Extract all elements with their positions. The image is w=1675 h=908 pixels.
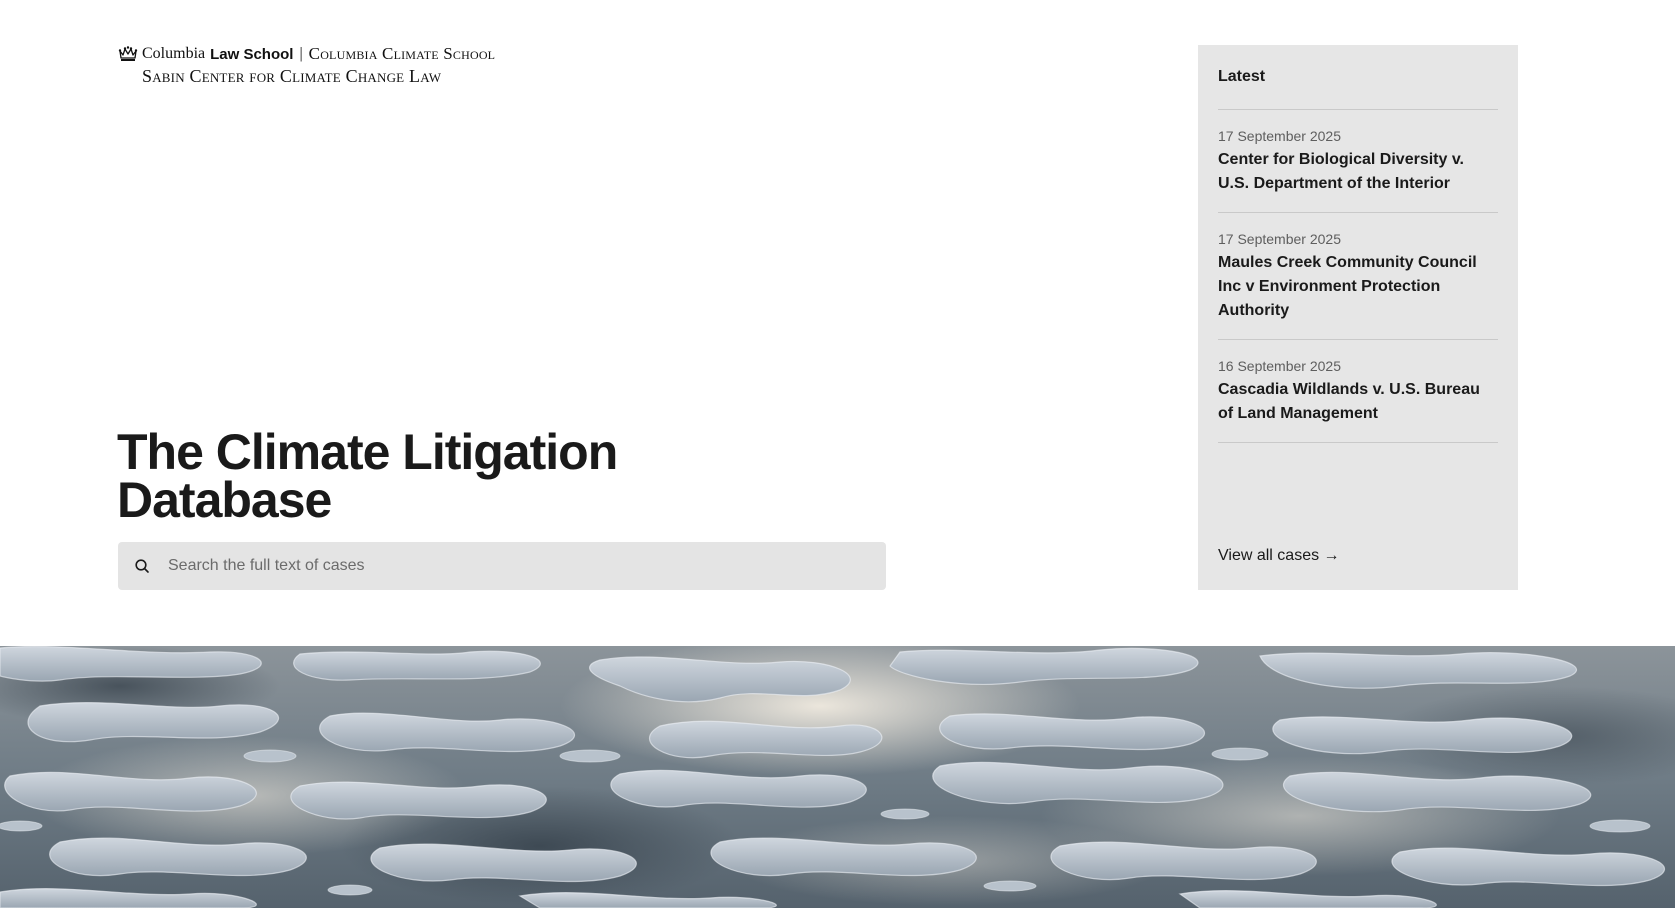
page: Columbia Law School | Columbia Climate S… (0, 0, 1675, 908)
logo-columbia-text: Columbia (142, 45, 206, 62)
latest-item-date: 17 September 2025 (1218, 231, 1341, 247)
latest-item-link[interactable]: Cascadia Wildlands v. U.S. Bureau of Lan… (1218, 378, 1498, 426)
latest-heading: Latest (1218, 67, 1498, 110)
logo-sabin-center-text: Sabin Center for Climate Change Law (142, 66, 442, 86)
latest-item: 17 September 2025 Maules Creek Community… (1218, 213, 1498, 340)
latest-panel: Latest 17 September 2025 Center for Biol… (1198, 45, 1518, 590)
latest-item-link[interactable]: Center for Biological Diversity v. U.S. … (1218, 148, 1498, 196)
site-logo[interactable]: Columbia Law School | Columbia Climate S… (118, 44, 518, 88)
latest-item-date: 16 September 2025 (1218, 358, 1341, 374)
logo-line-top: Columbia Law School | Columbia Climate S… (118, 44, 518, 64)
page-title: The Climate Litigation Database (117, 424, 618, 528)
latest-item-link[interactable]: Maules Creek Community Council Inc v Env… (1218, 251, 1498, 323)
columbia-crown-icon (118, 46, 138, 61)
latest-list: 17 September 2025 Center for Biological … (1218, 110, 1498, 443)
search-bar[interactable] (118, 542, 886, 590)
hero-image (0, 646, 1675, 908)
logo-climate-school-text: Columbia Climate School (308, 44, 496, 63)
logo-law-school-text: Law School (210, 45, 294, 63)
latest-item: 16 September 2025 Cascadia Wildlands v. … (1218, 340, 1498, 443)
search-icon (135, 559, 149, 573)
logo-separator: | (299, 45, 303, 62)
sea-ice-melt-ponds-photo (0, 646, 1675, 908)
search-input[interactable] (166, 556, 850, 576)
latest-item: 17 September 2025 Center for Biological … (1218, 110, 1498, 213)
view-all-cases-link[interactable]: View all cases → (1218, 547, 1340, 565)
latest-item-date: 17 September 2025 (1218, 128, 1341, 144)
